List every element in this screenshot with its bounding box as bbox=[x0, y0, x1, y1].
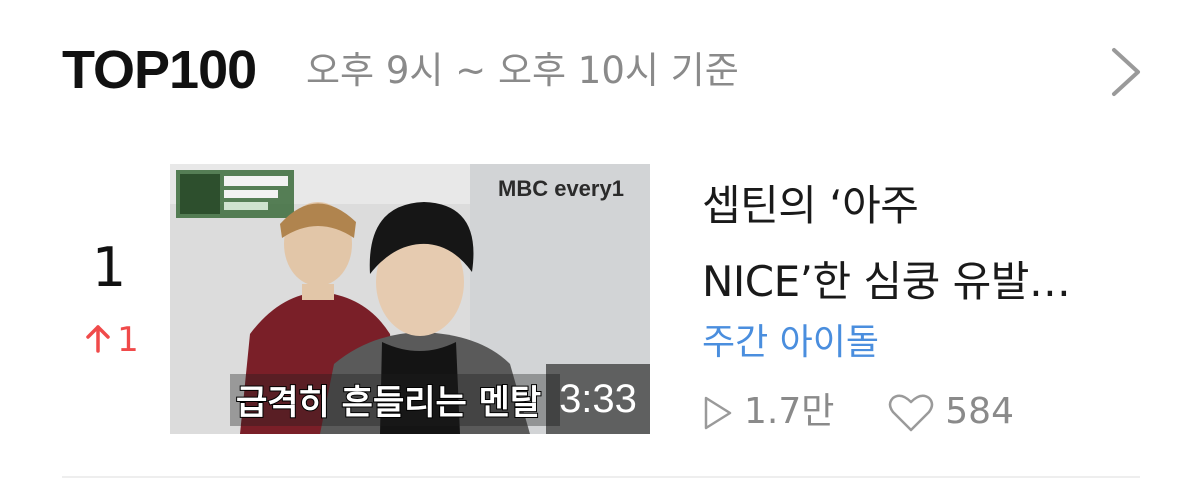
video-title-line1: 셉틴의 ‘아주 bbox=[702, 181, 919, 230]
channel-link[interactable]: 주간 아이돌 bbox=[702, 320, 879, 366]
video-title-line2: NICE’한 심쿵 유발… bbox=[702, 257, 1071, 306]
rank-change-value: 1 bbox=[117, 320, 139, 360]
arrow-up-icon bbox=[85, 322, 111, 362]
top100-header: TOP100 오후 9시 ~ 오후 10시 기준 bbox=[0, 0, 1200, 130]
divider bbox=[62, 476, 1140, 478]
page-title: TOP100 bbox=[62, 40, 257, 100]
like-count-value: 584 bbox=[945, 391, 1014, 432]
video-title[interactable]: 셉틴의 ‘아주 NICE’한 심쿵 유발… bbox=[702, 168, 1142, 320]
broadcaster-logo: MBC every1 bbox=[498, 176, 624, 201]
thumbnail-caption: 급격히 흔들리는 멘탈 bbox=[236, 383, 541, 423]
like-count: 584 bbox=[887, 387, 1014, 437]
time-range-label: 오후 9시 ~ 오후 10시 기준 bbox=[306, 49, 739, 92]
play-icon bbox=[704, 396, 732, 430]
chevron-right-icon[interactable] bbox=[1104, 44, 1150, 100]
view-count-value: 1.7만 bbox=[744, 391, 835, 432]
list-item[interactable]: 1 1 급격히 흔들리는 멘탈 MBC every1 3:33 셉틴의 ‘아주 … bbox=[0, 150, 1200, 450]
heart-icon bbox=[889, 394, 934, 432]
rank-number: 1 bbox=[91, 236, 127, 299]
video-thumbnail[interactable]: 급격히 흔들리는 멘탈 MBC every1 3:33 bbox=[170, 164, 650, 434]
video-duration: 3:33 bbox=[546, 364, 650, 434]
rank-change: 1 bbox=[62, 320, 162, 362]
view-count: 1.7만 bbox=[702, 387, 834, 437]
video-stats: 1.7만 584 bbox=[702, 386, 1014, 436]
